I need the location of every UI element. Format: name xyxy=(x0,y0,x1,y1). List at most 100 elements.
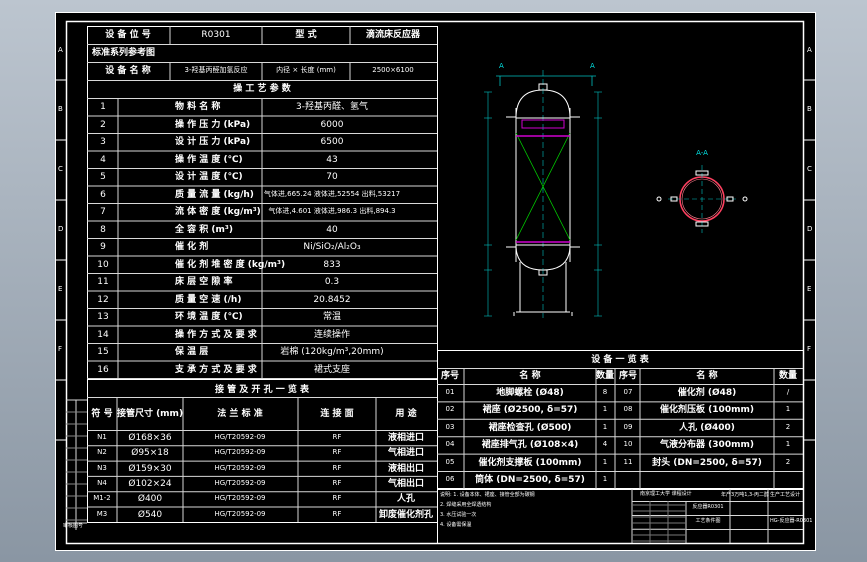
equipment-no: 10 xyxy=(623,440,633,449)
spec-row-value: 70 xyxy=(326,172,338,182)
spec-value: 3-羟基丙醛加氢反应 xyxy=(184,66,248,74)
spec-row-value: 裙式支座 xyxy=(313,364,351,375)
spec-row-no: 15 xyxy=(97,347,109,357)
equipment-name: 催化剂压板 (100mm) xyxy=(660,405,754,416)
nozzle-circle xyxy=(742,196,748,202)
equipment-no: 04 xyxy=(445,440,455,449)
spec-label: 标准系列参考图 xyxy=(92,48,156,58)
equipment-no: 03 xyxy=(445,422,455,431)
equipment-header: 名 称 xyxy=(519,371,541,381)
equipment-header: 数量 xyxy=(595,371,615,381)
nozzle-std: HG/T20592-09 xyxy=(214,494,266,503)
equipment-qty: 1 xyxy=(602,475,608,483)
border-letter: D xyxy=(807,225,813,233)
nozzle-face: RF xyxy=(332,433,342,441)
nozzle-face: RF xyxy=(332,494,342,503)
nozzle-face: RF xyxy=(332,509,342,518)
nozzle-std: HG/T20592-09 xyxy=(214,463,266,472)
spec-row-name: 设 计 压 力 (kPa) xyxy=(175,137,251,147)
spec-row-name: 设 计 温 度 (℃) xyxy=(175,172,243,182)
drawing-lines xyxy=(55,12,816,551)
cut-label-right: A xyxy=(590,62,595,70)
spec-value: 2500×6100 xyxy=(372,66,414,74)
equipment-no: 05 xyxy=(445,457,455,466)
nozzle-std: HG/T20592-09 xyxy=(214,433,266,441)
spec-row-value: 常温 xyxy=(322,312,342,322)
equipment-no: 11 xyxy=(623,457,633,466)
nozzle-std: HG/T20592-09 xyxy=(214,509,266,518)
spec-row-name: 物 料 名 称 xyxy=(175,102,221,112)
spec-row-value: 6500 xyxy=(320,137,344,147)
spec-row-value: 20.8452 xyxy=(313,294,351,305)
nozzle-sym: M3 xyxy=(96,509,108,518)
spec-label: 设 备 位 号 xyxy=(105,30,151,40)
equipment-name: 气液分布器 (300mm) xyxy=(660,440,754,451)
spec-row-name: 催 化 剂 xyxy=(175,242,209,252)
nozzle-use: 气相出口 xyxy=(387,478,425,489)
spec-row-value: 3-羟基丙醛、氢气 xyxy=(296,102,368,112)
spec-row-name: 全 容 积 (m³) xyxy=(175,224,233,235)
vessel-top-head xyxy=(515,89,571,119)
spec-label: 内径 × 长度 (mm) xyxy=(276,66,336,74)
vessel-bottom-head xyxy=(515,244,571,271)
equipment-qty: 1 xyxy=(602,405,608,414)
equipment-no: 07 xyxy=(623,388,633,396)
nozzle-use: 人孔 xyxy=(396,494,416,505)
spec-row-value: 40 xyxy=(326,224,338,235)
note-line: 4. 设备需保温 xyxy=(440,522,472,528)
cad-viewport: A B C D E F A B C D E F 设 备 位 号 R0301 型 式 滴流床反应器 标准系列参考图… xyxy=(0,0,867,562)
nozzle-face: RF xyxy=(332,463,342,472)
nozzle-header: 符 号 xyxy=(91,409,113,419)
spec-row-name: 操 作 压 力 (kPa) xyxy=(175,119,251,130)
equipment-no: 08 xyxy=(623,405,633,414)
spec-row-no: 6 xyxy=(100,189,106,200)
nozzle-size: Ø540 xyxy=(137,509,163,520)
spec-value: 滴流床反应器 xyxy=(365,30,421,40)
border-letter: A xyxy=(807,45,812,54)
spec-row-no: 11 xyxy=(97,277,109,287)
spec-row-name: 流 体 密 度 (kg/m³) xyxy=(175,207,261,217)
nozzle-sym: N4 xyxy=(97,478,107,487)
nozzle-use: 气相进口 xyxy=(387,448,425,459)
note-line: 3. 水压试验一次 xyxy=(440,512,477,518)
border-letter: B xyxy=(807,105,812,113)
spec-row-no: 12 xyxy=(97,294,109,305)
equipment-name: 裙座检查孔 (Ø500) xyxy=(488,422,572,433)
spec-row-name: 保 温 层 xyxy=(175,347,209,357)
spec-row-no: 7 xyxy=(100,207,106,217)
equipment-qty: 8 xyxy=(602,388,608,396)
nozzle-circle xyxy=(656,196,662,202)
equipment-header: 序号 xyxy=(618,371,638,381)
spec-row-name: 催 化 剂 堆 密 度 (kg/m³) xyxy=(175,259,286,270)
equipment-name: 封头 (DN=2500, δ=57) xyxy=(652,457,762,468)
nozzle-std: HG/T20592-09 xyxy=(214,448,266,457)
nozzle-size: Ø102×24 xyxy=(128,478,172,489)
border-letter: C xyxy=(807,165,812,173)
spec-row-value: 岩棉 (120kg/m³,20mm) xyxy=(280,347,384,357)
nozzle-size: Ø400 xyxy=(137,494,163,505)
equipment-name: 裙座排气孔 (Ø108×4) xyxy=(481,440,579,451)
spec-row-name: 床 层 空 隙 率 xyxy=(175,277,233,287)
spec-row-value: 6000 xyxy=(320,119,344,130)
title-school: 南京理工大学 课程设计 xyxy=(640,491,692,497)
nozzle-size: Ø95×18 xyxy=(131,448,169,459)
title-drawing2: 工艺条件图 xyxy=(695,518,721,524)
spec-value: R0301 xyxy=(201,30,231,40)
border-letter: E xyxy=(807,285,812,293)
spec-row-no: 5 xyxy=(100,172,106,182)
spec-row-no: 14 xyxy=(97,329,109,340)
nozzle-size: Ø159×30 xyxy=(128,463,172,474)
equipment-header: 序号 xyxy=(440,371,460,381)
spec-row-value: 0.3 xyxy=(324,277,340,287)
spec-row-no: 1 xyxy=(100,102,106,112)
title-company: 年产3万吨1,3-丙二醇 xyxy=(721,492,769,498)
equipment-qty: 2 xyxy=(785,457,791,466)
equipment-name: 人孔 (Ø400) xyxy=(679,422,735,433)
spec-row-name: 质 量 空 速 (/h) xyxy=(175,294,242,305)
spec-label: 型 式 xyxy=(295,30,317,40)
spec-row-value: 43 xyxy=(326,154,338,165)
equipment-name: 地脚螺栓 (Ø48) xyxy=(496,388,564,398)
nozzle-use: 液相进口 xyxy=(387,433,425,443)
nozzle-use: 卸废催化剂孔 xyxy=(378,509,434,520)
equipment-header: 数量 xyxy=(778,371,798,381)
